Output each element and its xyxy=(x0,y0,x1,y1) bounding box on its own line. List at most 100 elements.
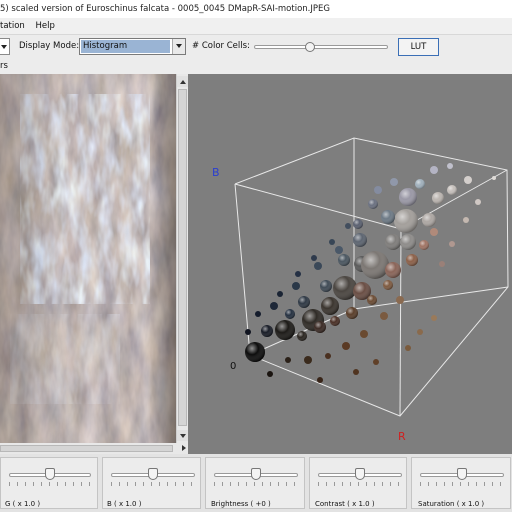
color-cells-slider-track[interactable] xyxy=(254,45,388,49)
histogram-sphere xyxy=(335,246,343,254)
display-mode-select[interactable]: Histogram xyxy=(79,38,186,55)
histogram-sphere-shading xyxy=(368,199,378,209)
histogram-sphere-shading xyxy=(338,254,350,266)
menu-item-help[interactable]: Help xyxy=(36,21,55,31)
slider-panel-b: B ( x 1.0 ) xyxy=(102,457,201,509)
color-histogram-3d-view[interactable]: B R 0 xyxy=(188,74,512,454)
histogram-sphere-shading xyxy=(415,179,425,189)
histogram-sphere xyxy=(430,228,438,236)
histogram-sphere xyxy=(373,359,379,365)
histogram-sphere-shading xyxy=(353,219,363,229)
menu-bar: tation Help xyxy=(0,18,512,34)
histogram-sphere xyxy=(292,282,300,290)
g-slider-label: G ( x 1.0 ) xyxy=(5,500,41,508)
saturation-slider-thumb[interactable] xyxy=(457,468,467,480)
histogram-sphere-shading xyxy=(394,209,418,233)
histogram-sphere-shading xyxy=(285,309,295,319)
histogram-sphere-shading xyxy=(383,280,393,290)
histogram-sphere-shading xyxy=(367,295,377,305)
histogram-sphere-shading xyxy=(275,320,295,340)
menu-item-tation[interactable]: tation xyxy=(0,21,25,31)
color-cells-slider-thumb[interactable] xyxy=(305,42,316,52)
histogram-sphere xyxy=(447,163,453,169)
histogram-sphere-shading xyxy=(385,262,401,278)
contrast-slider-label: Contrast ( x 1.0 ) xyxy=(315,500,375,508)
arrow-right-icon xyxy=(182,445,186,451)
histogram-sphere xyxy=(475,199,481,205)
b-slider-label: B ( x 1.0 ) xyxy=(107,500,142,508)
cube-edge xyxy=(399,228,402,417)
histogram-sphere-shading xyxy=(346,307,358,319)
histogram-sphere-shading xyxy=(245,342,265,362)
horizontal-scroll-thumb[interactable] xyxy=(0,445,173,452)
brightness-slider-thumb[interactable] xyxy=(251,468,261,480)
display-mode-value: Histogram xyxy=(81,40,170,53)
histogram-sphere-shading xyxy=(447,185,457,195)
histogram-sphere-shading xyxy=(333,276,357,300)
histogram-sphere xyxy=(277,291,283,297)
saturation-slider-ticks xyxy=(420,482,504,486)
scroll-down-button[interactable] xyxy=(177,430,188,441)
contrast-slider-thumb[interactable] xyxy=(355,468,365,480)
histogram-sphere-shading xyxy=(385,234,401,250)
arrow-up-icon xyxy=(180,80,186,84)
b-slider-ticks xyxy=(111,482,195,486)
histogram-sphere xyxy=(314,262,322,270)
histogram-sphere xyxy=(345,223,351,229)
histogram-sphere xyxy=(464,176,472,184)
histogram-sphere-shading xyxy=(432,192,444,204)
slider-panel-g: G ( x 1.0 ) xyxy=(0,457,98,509)
histogram-sphere xyxy=(325,353,331,359)
histogram-sphere xyxy=(417,329,423,335)
slider-panel-contrast: Contrast ( x 1.0 ) xyxy=(309,457,407,509)
histogram-sphere-shading xyxy=(321,297,339,315)
histogram-sphere-shading xyxy=(330,316,340,326)
toolbar: Display Mode: Histogram # Color Cells: L… xyxy=(0,34,512,58)
image-horizontal-scrollbar[interactable] xyxy=(0,443,188,454)
histogram-sphere xyxy=(396,296,404,304)
panel-label: rs xyxy=(0,61,8,71)
histogram-sphere xyxy=(353,369,359,375)
origin-label: 0 xyxy=(230,361,236,372)
display-mode-dropdown-button[interactable] xyxy=(172,39,185,54)
arrow-down-icon xyxy=(180,434,186,438)
histogram-sphere xyxy=(390,178,398,186)
chevron-down-icon xyxy=(176,44,182,48)
histogram-sphere-shading xyxy=(422,213,436,227)
histogram-sphere xyxy=(295,271,301,277)
panel-label-bar: rs xyxy=(0,58,512,74)
histogram-sphere xyxy=(463,217,469,223)
histogram-sphere xyxy=(267,371,273,377)
histogram-cube: B R 0 xyxy=(212,137,509,443)
brightness-slider-ticks xyxy=(214,482,298,486)
histogram-sphere xyxy=(270,302,278,310)
histogram-sphere xyxy=(329,239,335,245)
histogram-sphere xyxy=(380,312,388,320)
g-slider-ticks xyxy=(9,482,91,486)
b-slider-thumb[interactable] xyxy=(148,468,158,480)
g-slider-thumb[interactable] xyxy=(45,468,55,480)
histogram-sphere-shading xyxy=(361,251,389,279)
image-view[interactable] xyxy=(0,74,176,443)
histogram-sphere xyxy=(285,357,291,363)
scroll-thumb[interactable] xyxy=(178,89,187,426)
display-mode-label: Display Mode: xyxy=(19,41,80,51)
lut-button[interactable]: LUT xyxy=(398,38,439,56)
chevron-down-icon xyxy=(1,45,7,49)
histogram-sphere xyxy=(311,255,317,261)
scroll-up-button[interactable] xyxy=(177,76,188,87)
histogram-sphere xyxy=(342,342,350,350)
histogram-sphere xyxy=(439,261,445,267)
histogram-sphere-shading xyxy=(419,240,429,250)
image-vertical-scrollbar[interactable] xyxy=(176,74,188,443)
histogram-sphere xyxy=(430,166,438,174)
left-dropdown[interactable] xyxy=(0,38,10,55)
histogram-sphere xyxy=(405,345,411,351)
histogram-sphere-shading xyxy=(400,234,416,250)
histogram-sphere xyxy=(449,241,455,247)
axis-label-b: B xyxy=(212,166,220,179)
histogram-sphere xyxy=(245,329,251,335)
histogram-sphere-shading xyxy=(381,210,395,224)
histogram-sphere xyxy=(255,311,261,317)
histogram-sphere-shading xyxy=(314,321,326,333)
